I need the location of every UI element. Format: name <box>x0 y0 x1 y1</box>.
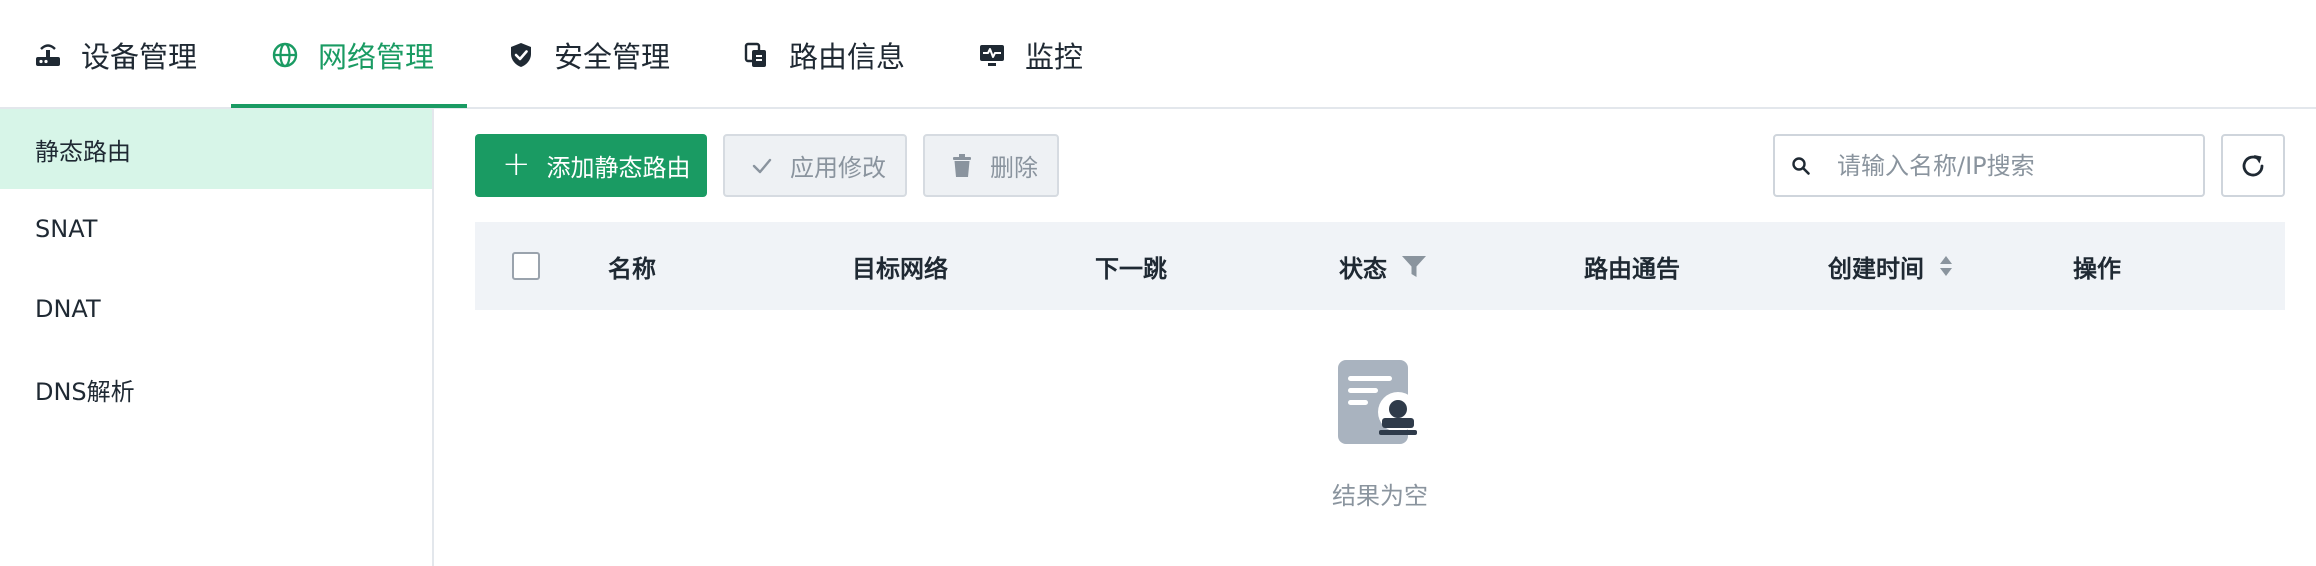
sidebar-item-static-route[interactable]: 静态路由 <box>0 109 432 189</box>
column-label: 下一跳 <box>1095 254 1167 283</box>
globe-icon <box>272 42 298 68</box>
sidebar-item-label: 静态路由 <box>35 137 131 166</box>
trash-icon <box>950 153 974 178</box>
column-actions: 操作 <box>2073 222 2121 310</box>
tab-label: 监控 <box>1025 39 1084 74</box>
column-label: 状态 <box>1339 254 1387 283</box>
column-next-hop: 下一跳 <box>1095 222 1167 310</box>
monitor-pulse-icon <box>979 42 1005 68</box>
sidebar-item-dnat[interactable]: DNAT <box>0 269 432 349</box>
tab-route-info[interactable]: 路由信息 <box>743 0 905 109</box>
apply-changes-label: 应用修改 <box>790 154 886 182</box>
sidebar-item-dns[interactable]: DNS解析 <box>0 349 432 429</box>
router-icon <box>35 42 61 68</box>
sidebar-item-label: SNAT <box>35 215 98 243</box>
column-name: 名称 <box>608 222 656 310</box>
column-label: 操作 <box>2073 254 2121 283</box>
column-created-time[interactable]: 创建时间 <box>1828 222 1954 310</box>
sidebar-item-label: DNAT <box>35 295 101 323</box>
top-nav: 设备管理 网络管理 安全管理 路由信息 监控 <box>0 0 2316 109</box>
tab-device-management[interactable]: 设备管理 <box>35 0 197 109</box>
column-label: 目标网络 <box>852 254 948 283</box>
select-all-checkbox[interactable] <box>512 252 540 280</box>
search-box <box>1773 134 2205 197</box>
column-target-network: 目标网络 <box>852 222 948 310</box>
tab-label: 路由信息 <box>789 39 906 74</box>
add-static-route-button[interactable]: + 添加静态路由 <box>475 134 707 197</box>
shield-check-icon <box>508 42 534 68</box>
add-static-route-label: 添加静态路由 <box>546 154 691 182</box>
delete-button[interactable]: 删除 <box>923 134 1059 197</box>
column-label: 创建时间 <box>1828 254 1924 283</box>
column-label: 名称 <box>608 254 656 283</box>
tab-security-management[interactable]: 安全管理 <box>508 0 670 109</box>
column-label: 路由通告 <box>1584 254 1680 283</box>
filter-icon[interactable] <box>1401 253 1427 279</box>
search-input[interactable] <box>1837 151 2197 180</box>
sort-icon[interactable] <box>1938 254 1954 278</box>
refresh-button[interactable] <box>2221 134 2285 197</box>
column-status: 状态 <box>1339 222 1427 310</box>
check-icon <box>750 154 774 178</box>
table-header: 名称 目标网络 下一跳 状态 路由通告 创建时间 操作 <box>475 222 2285 310</box>
sidebar-item-snat[interactable]: SNAT <box>0 189 432 269</box>
empty-result-icon <box>1336 358 1426 448</box>
refresh-icon <box>2238 151 2268 181</box>
tab-network-management[interactable]: 网络管理 <box>272 0 434 109</box>
sidebar-item-label: DNS解析 <box>35 377 135 406</box>
tab-label: 安全管理 <box>554 39 671 74</box>
active-tab-indicator <box>231 104 467 108</box>
tab-monitoring[interactable]: 监控 <box>979 0 1083 109</box>
delete-label: 删除 <box>990 154 1038 182</box>
tab-label: 网络管理 <box>318 39 435 74</box>
tab-label: 设备管理 <box>81 39 198 74</box>
plus-icon: + <box>502 143 531 184</box>
empty-result-text: 结果为空 <box>1332 482 1428 510</box>
apply-changes-button[interactable]: 应用修改 <box>723 134 907 197</box>
copy-document-icon <box>743 42 769 68</box>
column-route-advertise: 路由通告 <box>1584 222 1680 310</box>
search-icon <box>1791 156 1811 176</box>
sidebar: 静态路由 SNAT DNAT DNS解析 <box>0 109 434 566</box>
